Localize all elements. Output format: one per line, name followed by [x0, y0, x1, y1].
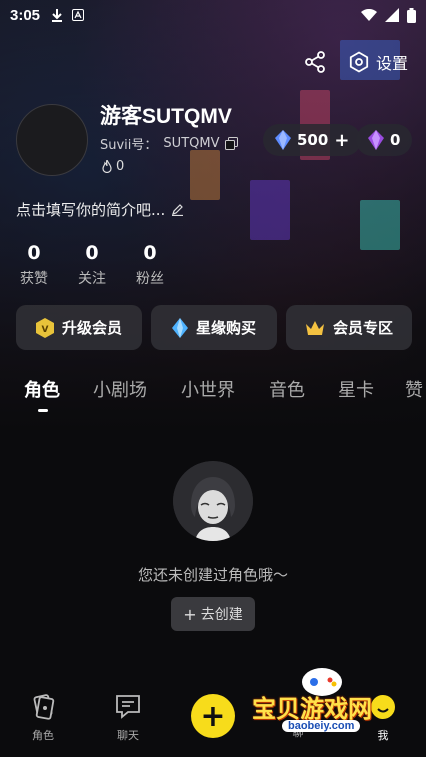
settings-label: 设置 — [375, 54, 408, 73]
bio-edit[interactable]: 点击填写你的简介吧... — [16, 199, 184, 220]
add-icon[interactable]: + — [334, 130, 349, 151]
cards-icon — [33, 694, 55, 720]
tab-indicator — [38, 409, 48, 412]
vip-zone-button[interactable]: 会员专区 — [286, 305, 412, 350]
promo-label: 星缘购买 — [195, 319, 256, 337]
username: 游客SUTQMV — [100, 105, 232, 128]
plus-icon: + — [200, 698, 226, 734]
promo-label: 升级会员 — [61, 319, 122, 337]
upgrade-vip-button[interactable]: V 升级会员 — [16, 305, 142, 350]
flame-icon — [102, 160, 112, 173]
edit-pencil-icon — [172, 204, 184, 216]
bio-placeholder: 点击填写你的简介吧... — [16, 201, 166, 219]
gem-balance[interactable]: 0 — [356, 124, 413, 156]
tab-world[interactable]: 小世界 — [181, 376, 235, 402]
crystal-count: 500 — [297, 131, 329, 149]
vip-badge-icon: V — [35, 317, 54, 338]
purple-gem-icon — [368, 130, 384, 150]
create-role-button[interactable]: + 去创建 — [171, 597, 255, 631]
plus-icon: + — [183, 604, 197, 624]
nav-label: 角色 — [32, 729, 54, 742]
tab-star-card[interactable]: 星卡 — [338, 376, 374, 402]
nav-label: 聊天 — [117, 729, 139, 742]
nav-roles[interactable]: 角色 — [13, 694, 73, 743]
empty-state-message: 您还未创建过角色哦～ — [137, 566, 288, 584]
stat-label: 粉丝 — [136, 271, 164, 287]
blue-diamond-icon — [171, 317, 188, 338]
chat-icon — [116, 695, 140, 719]
battery-icon — [407, 7, 416, 23]
nav-chat[interactable]: 聊天 — [98, 694, 158, 743]
watermark-text: 宝贝游戏网 — [252, 695, 372, 723]
crown-icon — [305, 320, 324, 335]
stat-value: 0 — [27, 242, 41, 264]
svg-text:V: V — [42, 325, 49, 335]
suvii-label: Suvii号： — [100, 138, 158, 153]
signal-icon — [385, 8, 399, 22]
content-tabs: 角色 小剧场 小世界 音色 星卡 赞 — [0, 376, 426, 416]
avatar[interactable] — [16, 104, 88, 176]
suvii-id: Suvii号： SUTQMV — [100, 134, 239, 153]
download-icon — [52, 9, 63, 22]
stat-followers[interactable]: 0 粉丝 — [132, 242, 168, 288]
create-plus-button[interactable]: + — [191, 694, 235, 738]
gem-count: 0 — [390, 131, 401, 149]
stat-label: 关注 — [78, 271, 106, 287]
promo-label: 会员专区 — [332, 319, 393, 337]
heat-indicator: 0 — [102, 159, 124, 174]
watermark-url: baobeiy.com — [282, 720, 361, 732]
empty-character-illustration — [173, 461, 253, 541]
tab-voice[interactable]: 音色 — [269, 376, 305, 402]
watermark: 宝贝游戏网 baobeiy.com — [252, 664, 402, 744]
stats-row: 0 获赞 0 关注 0 粉丝 — [16, 242, 168, 288]
tab-roles[interactable]: 角色 — [24, 376, 60, 402]
suvii-value: SUTQMV — [163, 136, 220, 151]
app-notification-icon — [72, 9, 85, 21]
crystal-balance[interactable]: 500 + — [263, 124, 362, 156]
tab-theater[interactable]: 小剧场 — [93, 376, 147, 402]
status-time: 3:05 — [10, 6, 41, 24]
star-purchase-button[interactable]: 星缘购买 — [151, 305, 277, 350]
copy-icon[interactable] — [225, 137, 239, 150]
wifi-icon — [361, 8, 377, 21]
stat-value: 0 — [85, 242, 99, 264]
create-label: 去创建 — [200, 607, 243, 623]
share-icon[interactable] — [304, 51, 326, 73]
stat-following[interactable]: 0 关注 — [74, 242, 110, 288]
heat-count: 0 — [116, 159, 125, 174]
settings-icon — [349, 51, 369, 73]
status-bar: 3:05 — [0, 0, 426, 30]
tab-likes[interactable]: 赞 — [405, 376, 423, 402]
stat-label: 获赞 — [20, 271, 48, 287]
stat-likes[interactable]: 0 获赞 — [16, 242, 52, 288]
stat-value: 0 — [143, 242, 157, 264]
settings-button[interactable]: 设置 — [348, 50, 408, 74]
blue-crystal-icon — [275, 130, 291, 150]
